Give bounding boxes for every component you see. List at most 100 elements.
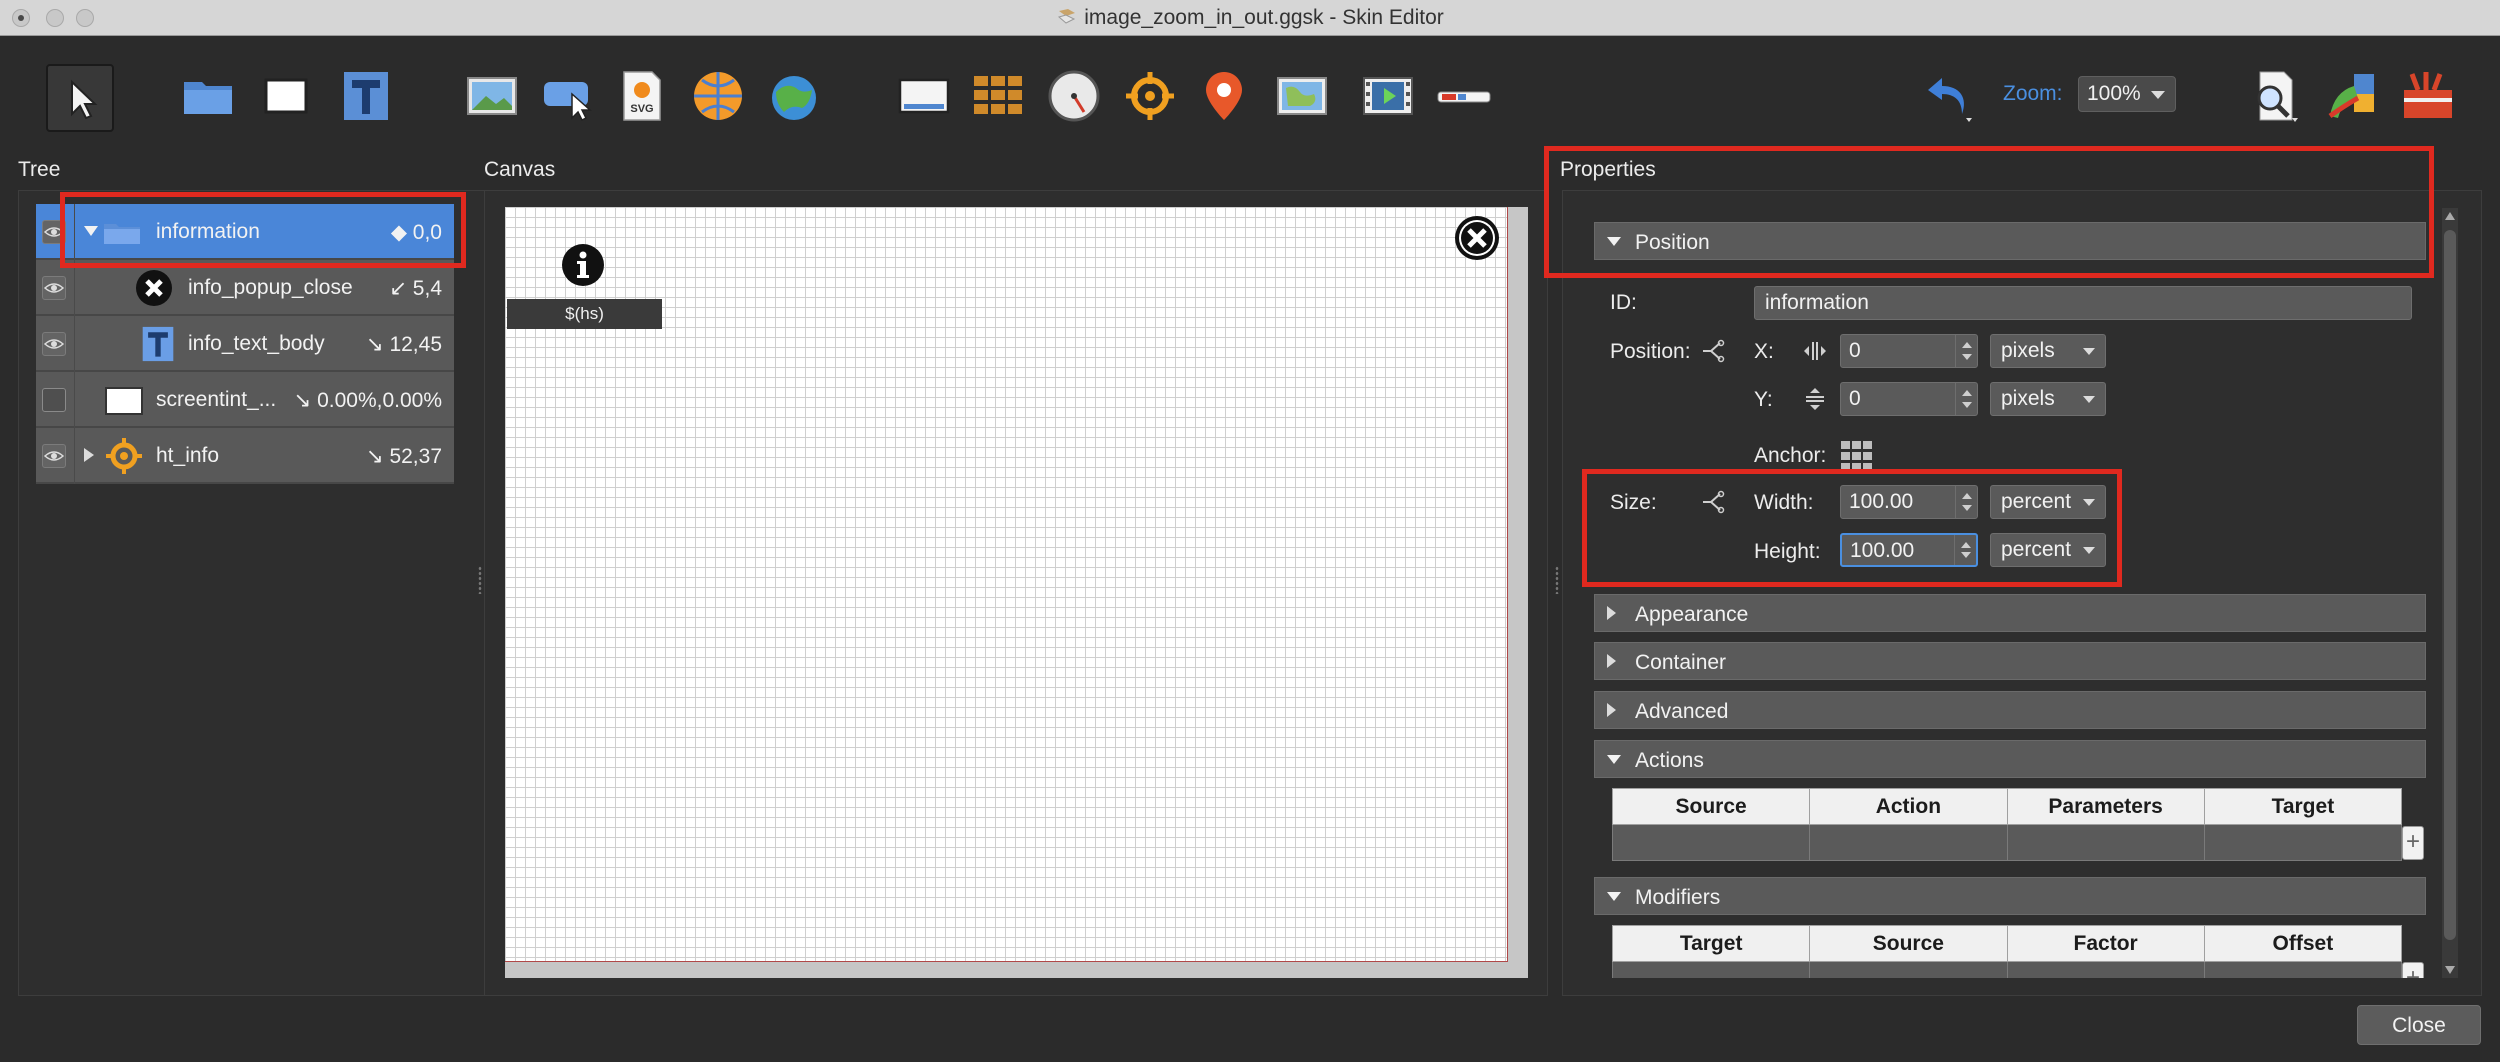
select-tool-button[interactable] (46, 64, 114, 132)
id-label: ID: (1610, 291, 1637, 314)
tree-row-divider (74, 428, 75, 484)
image-button-tool-button[interactable] (538, 66, 598, 126)
eye-icon (44, 451, 64, 461)
section-title: Appearance (1635, 603, 1749, 626)
visibility-toggle[interactable] (42, 276, 66, 300)
column-header[interactable]: Source (1809, 925, 2008, 962)
inspect-button[interactable] (2244, 66, 2304, 126)
visibility-toggle[interactable] (42, 444, 66, 468)
column-header[interactable]: Factor (2006, 925, 2205, 962)
section-appearance[interactable]: Appearance (1594, 594, 2426, 632)
scrollbar-thumb[interactable] (2444, 230, 2456, 940)
map-image-icon (1277, 77, 1327, 115)
x-input[interactable]: 0 (1840, 334, 1978, 368)
text-tool-button[interactable] (336, 66, 396, 126)
x-unit-select[interactable]: pixels (1990, 334, 2106, 368)
section-title: Advanced (1635, 700, 1729, 723)
anchor-grid-icon[interactable] (1840, 440, 1874, 472)
add-action-button[interactable]: + (2402, 826, 2424, 860)
toolbox-icon (2404, 72, 2452, 118)
tree-row-info-popup-close[interactable]: info_popup_close ↙ 5,4 (36, 260, 454, 316)
canvas-viewport[interactable]: $(hs) (505, 207, 1528, 978)
canvas-grid[interactable]: $(hs) (505, 207, 1508, 962)
tree-splitter-grip[interactable] (478, 566, 482, 594)
button-icon (544, 82, 592, 122)
section-modifiers[interactable]: Modifiers (1594, 877, 2426, 915)
y-label: Y: (1754, 388, 1773, 411)
column-header[interactable]: Offset (2203, 925, 2402, 962)
globe-icon (694, 72, 742, 120)
close-icon[interactable] (1454, 215, 1500, 261)
y-value: 0 (1849, 387, 1861, 410)
column-header[interactable]: Source (1611, 788, 1811, 825)
canvas-splitter-grip[interactable] (1555, 566, 1559, 594)
actions-table: Source Action Parameters Target (1611, 788, 2403, 861)
rectangle-tool-button[interactable] (256, 66, 316, 126)
add-modifier-button[interactable]: + (2402, 962, 2424, 978)
visibility-checkbox[interactable] (42, 388, 66, 412)
tree-row-screentint[interactable]: screentint_... ↘ 0.00%,0.00% (36, 372, 454, 428)
table-row[interactable] (1612, 961, 2402, 978)
tree-row-label: ht_info (156, 444, 220, 467)
column-header[interactable]: Action (1809, 788, 2008, 825)
stepper-arrows-icon[interactable] (1955, 335, 1977, 367)
section-advanced[interactable]: Advanced (1594, 691, 2426, 729)
image-icon (467, 77, 517, 115)
video-tool-button[interactable] (1358, 66, 1418, 126)
section-expand-icon (1607, 703, 1616, 717)
table-row[interactable] (1611, 824, 2403, 861)
rectangle-icon (104, 380, 144, 420)
image-tool-button[interactable] (462, 66, 522, 126)
section-container[interactable]: Container (1594, 642, 2426, 680)
video-icon (1363, 77, 1413, 115)
hotspot-tool-button[interactable] (688, 66, 748, 126)
scrollbar-tool-button[interactable] (1434, 66, 1494, 126)
close-button[interactable]: Close (2357, 1005, 2481, 1045)
scroll-down-arrow-icon[interactable] (2445, 966, 2455, 974)
map-tool-button[interactable] (764, 66, 824, 126)
y-input[interactable]: 0 (1840, 382, 1978, 416)
tree-row-label: screentint_... (156, 388, 277, 411)
chevron-down-icon (2083, 348, 2095, 355)
hotspot-title-label[interactable]: $(hs) (507, 299, 662, 329)
zoom-select[interactable]: 100% (2078, 76, 2176, 112)
cloner-tool-button[interactable] (894, 66, 954, 126)
modifiers-table: Target Source Factor Offset (1612, 925, 2402, 978)
paint-palette-icon (2328, 74, 2374, 119)
dial-tool-button[interactable] (1044, 66, 1104, 126)
section-actions[interactable]: Actions (1594, 740, 2426, 778)
column-header[interactable]: Target (2203, 788, 2403, 825)
grid-tool-button[interactable] (968, 66, 1028, 126)
properties-scrollbar[interactable] (2442, 208, 2458, 978)
visibility-toggle[interactable] (42, 332, 66, 356)
expand-arrow-icon[interactable] (84, 448, 94, 462)
rectangle-icon (264, 78, 308, 114)
eye-icon (44, 283, 64, 293)
eye-icon (44, 339, 64, 349)
id-field[interactable]: information (1754, 286, 2412, 320)
map-image-tool-button[interactable] (1272, 66, 1332, 126)
y-unit-select[interactable]: pixels (1990, 382, 2106, 416)
svg-tool-button[interactable]: SVG (612, 66, 672, 126)
undo-button[interactable] (1920, 66, 1980, 126)
column-header[interactable]: Parameters (2006, 788, 2205, 825)
modifiers-table-header: Target Source Factor Offset (1612, 925, 2402, 962)
tools-button[interactable] (2398, 66, 2458, 126)
document-icon (1058, 9, 1076, 24)
tree-row-info-text-body[interactable]: info_text_body ↘ 12,45 (36, 316, 454, 372)
text-icon (138, 324, 178, 364)
stepper-arrows-icon[interactable] (1955, 383, 1977, 415)
magnifier-document-icon (2257, 71, 2298, 122)
tree-row-ht-info[interactable]: ht_info ↘ 52,37 (36, 428, 454, 484)
tree-row-coord: ↙ 5,4 (389, 277, 442, 300)
point-hotspot-tool-button[interactable] (1120, 66, 1180, 126)
info-icon[interactable] (561, 243, 605, 287)
scroll-up-arrow-icon[interactable] (2445, 212, 2455, 220)
link-connector-icon[interactable] (1700, 338, 1726, 364)
svg-text:SVG: SVG (630, 103, 653, 115)
map-pin-tool-button[interactable] (1194, 66, 1254, 126)
theme-button[interactable] (2322, 66, 2382, 126)
container-tool-button[interactable] (178, 66, 238, 126)
crosshair-icon (104, 436, 144, 476)
column-header[interactable]: Target (1612, 925, 1811, 962)
